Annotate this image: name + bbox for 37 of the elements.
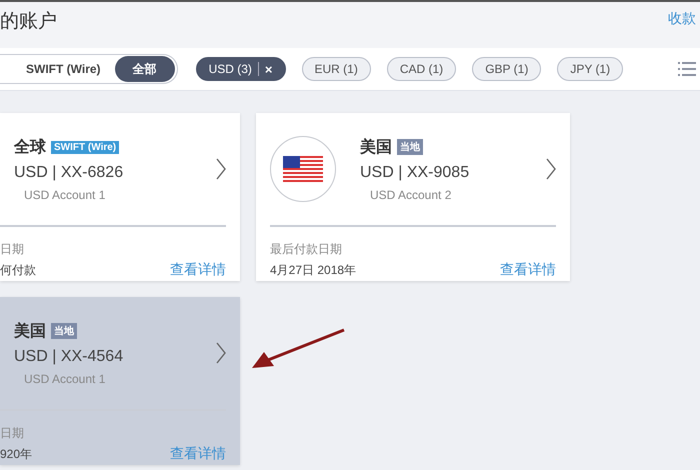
account-number: USD | XX-4564 bbox=[14, 348, 124, 366]
date-label: 日期 bbox=[0, 425, 25, 442]
account-number: USD | XX-6826 bbox=[14, 164, 124, 182]
account-card[interactable]: 美国 当地 USD | XX-9085 USD Account 2 最后付款日期 4月27日 2018年 查看详情 bbox=[256, 113, 570, 281]
account-type-badge: 当地 bbox=[51, 323, 77, 339]
account-card[interactable]: 全球 SWIFT (Wire) USD | XX-6826 USD Account 1 日期 何付款 查看详情 bbox=[0, 113, 240, 281]
view-details-link[interactable]: 查看详情 bbox=[500, 261, 556, 279]
account-region: 全球 bbox=[14, 138, 46, 158]
clear-icon[interactable]: × bbox=[264, 62, 272, 76]
account-card[interactable]: 美国 当地 USD | XX-4564 USD Account 1 日期 920年 查看详情 bbox=[0, 297, 240, 465]
page-title: 的账户 bbox=[0, 10, 57, 34]
date-label: 最后付款日期 bbox=[270, 241, 343, 258]
account-type-badge: SWIFT (Wire) bbox=[51, 140, 120, 154]
currency-chip[interactable]: GBP (1) bbox=[472, 57, 542, 81]
currency-chip[interactable]: CAD (1) bbox=[386, 57, 456, 81]
date-value: 4月27日 2018年 bbox=[270, 262, 356, 279]
account-nickname: USD Account 1 bbox=[23, 188, 106, 202]
chevron-right-icon[interactable] bbox=[216, 158, 226, 180]
chevron-right-icon[interactable] bbox=[216, 342, 226, 364]
account-number: USD | XX-9085 bbox=[360, 164, 470, 182]
chevron-right-icon[interactable] bbox=[546, 158, 556, 180]
us-flag-icon bbox=[283, 156, 323, 182]
list-view-icon[interactable] bbox=[678, 61, 696, 77]
account-type-badge: 当地 bbox=[397, 139, 423, 155]
date-value: 何付款 bbox=[0, 262, 36, 279]
currency-chip[interactable]: JPY (1) bbox=[557, 57, 624, 81]
segment-button[interactable]: SWIFT (Wire) bbox=[0, 56, 115, 82]
segment-button[interactable]: 全部 bbox=[114, 56, 175, 82]
account-nickname: USD Account 2 bbox=[369, 188, 452, 202]
account-nickname: USD Account 1 bbox=[23, 372, 106, 386]
date-value: 920年 bbox=[0, 446, 32, 463]
currency-chip[interactable]: USD (3) × bbox=[196, 57, 286, 81]
currency-chip[interactable]: EUR (1) bbox=[302, 57, 371, 81]
view-details-link[interactable]: 查看详情 bbox=[170, 261, 226, 279]
account-region: 美国 bbox=[360, 137, 392, 158]
account-region: 美国 bbox=[14, 321, 46, 342]
date-label: 日期 bbox=[0, 241, 25, 258]
